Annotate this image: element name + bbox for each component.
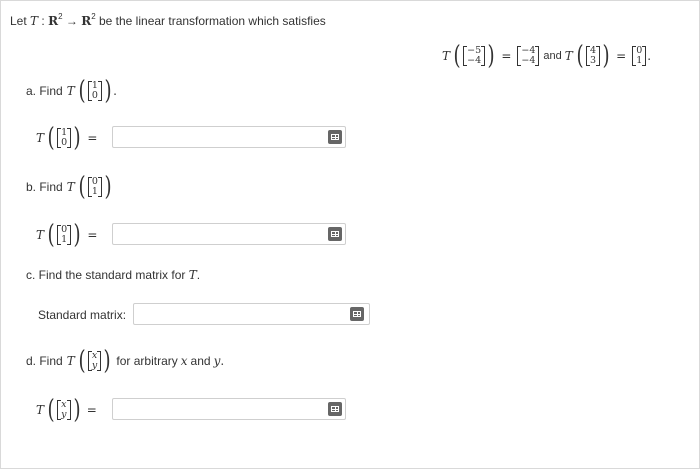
- matrix-grid-icon[interactable]: [328, 227, 342, 241]
- matrix-grid-icon[interactable]: [350, 307, 364, 321]
- matrix-grid-icon[interactable]: [328, 130, 342, 144]
- part-b-answer-label: T ( 01 ) =: [36, 220, 98, 250]
- given-image-2: 01: [632, 46, 647, 66]
- part-d-prompt: d. Find T ( xy ) for arbitrary x and y.: [26, 346, 225, 376]
- part-b-answer-field[interactable]: [112, 223, 346, 245]
- given-vector-2: 43: [585, 46, 600, 66]
- given-image-1: −4 −4: [517, 46, 540, 66]
- standard-matrix-field[interactable]: [133, 303, 370, 325]
- part-a-answer-label: T ( 10 ) =: [36, 123, 98, 153]
- part-d-answer-label: T ( xy ) =: [36, 395, 97, 425]
- given-equations: T ( −5 −4 ) = −4 −4 and T ( 43 ) = 01 .: [442, 41, 652, 71]
- given-vector-1: −5 −4: [463, 46, 486, 66]
- part-a-answer-field[interactable]: [112, 126, 346, 148]
- part-b-prompt: b. Find T ( 01 ): [26, 172, 112, 202]
- part-d-answer-field[interactable]: [112, 398, 346, 420]
- part-a-prompt: a. Find T ( 10 ) .: [26, 76, 117, 106]
- part-c-prompt: c. Find the standard matrix for T.: [26, 268, 201, 282]
- standard-matrix-label: Standard matrix:: [38, 308, 127, 322]
- question-panel: [0, 0, 700, 469]
- intro-text: Let T : R2 → R2 be the linear transforma…: [10, 12, 326, 28]
- matrix-grid-icon[interactable]: [328, 402, 342, 416]
